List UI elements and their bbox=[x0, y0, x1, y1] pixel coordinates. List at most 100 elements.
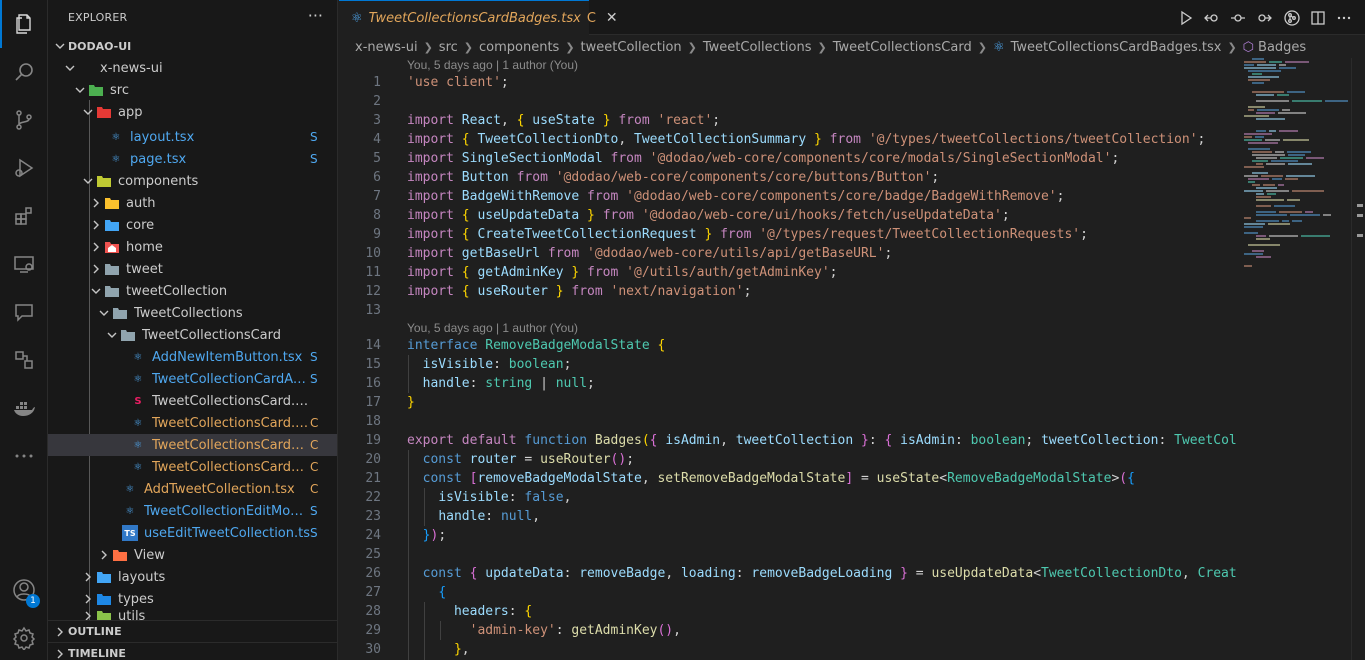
minimap-line bbox=[1244, 217, 1251, 219]
tree-folder[interactable]: View bbox=[48, 544, 337, 566]
comments-icon[interactable] bbox=[0, 288, 48, 336]
remote-explorer-icon[interactable] bbox=[0, 240, 48, 288]
tree-folder[interactable]: src bbox=[48, 79, 337, 101]
minimap-line bbox=[1282, 220, 1289, 222]
folder-open-icon bbox=[120, 327, 136, 343]
react-icon: ⚛ bbox=[133, 439, 143, 451]
tree-folder[interactable]: TweetCollectionsCard bbox=[48, 324, 337, 346]
tree-file[interactable]: S TweetCollectionsCard.module.... bbox=[48, 390, 337, 412]
tree-file[interactable]: ⚛ TweetCollectionEditModal.t... S bbox=[48, 500, 337, 522]
more-icon[interactable] bbox=[0, 432, 48, 480]
react-icon: ⚛ bbox=[111, 153, 121, 165]
tree-root[interactable]: DODAO-UI bbox=[48, 35, 337, 57]
tree-file[interactable]: TS useEditTweetCollection.ts S bbox=[48, 522, 337, 544]
breadcrumb-item[interactable]: TweetCollectionsCard bbox=[833, 40, 972, 55]
go-back-icon[interactable] bbox=[1203, 9, 1221, 27]
minimap-line bbox=[1252, 160, 1268, 162]
tree-folder[interactable]: types bbox=[48, 588, 337, 610]
minimap-line bbox=[1252, 250, 1264, 252]
extensions-icon[interactable] bbox=[0, 192, 48, 240]
settings-gear-icon[interactable] bbox=[0, 614, 48, 660]
timeline-section[interactable]: TIMELINE bbox=[48, 642, 337, 660]
minimap-line bbox=[1257, 109, 1279, 111]
tree-folder[interactable]: x-news-ui bbox=[48, 57, 337, 79]
tree-folder[interactable]: tweet bbox=[48, 258, 337, 280]
tree-file[interactable]: ⚛ page.tsx S bbox=[48, 148, 337, 170]
minimap-line bbox=[1305, 211, 1313, 213]
tree-folder[interactable]: layouts bbox=[48, 566, 337, 588]
run-debug-icon[interactable] bbox=[0, 144, 48, 192]
more-actions-icon[interactable] bbox=[1335, 9, 1353, 27]
minimap-line bbox=[1256, 199, 1284, 201]
minimap-line bbox=[1252, 151, 1272, 153]
minimap-line bbox=[1283, 139, 1309, 141]
tree-file[interactable]: ⚛ TweetCollectionsCardRefr... C bbox=[48, 456, 337, 478]
tree-file[interactable]: ⚛ AddNewItemButton.tsx S bbox=[48, 346, 337, 368]
tree-folder[interactable]: tweetCollection bbox=[48, 280, 337, 302]
chevron-right-icon bbox=[80, 569, 96, 585]
minimap-line bbox=[1244, 166, 1264, 168]
minimap-line bbox=[1301, 235, 1330, 237]
react-icon: ⚛ bbox=[133, 351, 143, 363]
search-icon[interactable] bbox=[0, 48, 48, 96]
vertical-scrollbar[interactable] bbox=[1351, 58, 1365, 660]
account-icon[interactable]: 1 bbox=[0, 566, 48, 614]
commit-icon[interactable] bbox=[1229, 9, 1247, 27]
tree-file[interactable]: ⚛ TweetCollectionsCard.tsx C bbox=[48, 412, 337, 434]
tree-folder[interactable]: TweetCollections bbox=[48, 302, 337, 324]
source-control-icon[interactable] bbox=[0, 96, 48, 144]
docker-icon[interactable] bbox=[0, 384, 48, 432]
git-blame-annotation[interactable]: You, 5 days ago | 1 author (You) bbox=[407, 321, 578, 335]
go-forward-icon[interactable] bbox=[1255, 9, 1273, 27]
tree-file-selected[interactable]: ⚛ TweetCollectionsCardBad... C bbox=[48, 434, 337, 456]
minimap-line bbox=[1244, 265, 1252, 267]
breadcrumb: x-news-ui ❯ src ❯ components ❯ tweetColl… bbox=[339, 36, 1365, 58]
sass-icon: S bbox=[134, 395, 142, 407]
tree-file[interactable]: ⚛ layout.tsx S bbox=[48, 126, 337, 148]
tree-file[interactable]: ⚛ TweetCollectionCardAdmi... S bbox=[48, 368, 337, 390]
chevron-right-icon: ❯ bbox=[1227, 40, 1237, 54]
minimap-line bbox=[1244, 175, 1258, 177]
view-folder-icon bbox=[112, 547, 128, 563]
tree-folder[interactable]: auth bbox=[48, 192, 337, 214]
tree-folder[interactable]: core bbox=[48, 214, 337, 236]
breadcrumb-item[interactable]: x-news-ui bbox=[355, 40, 418, 55]
minimap-line bbox=[1306, 157, 1324, 159]
editor-tab-active[interactable]: ⚛ TweetCollectionsCardBadges.tsx C ✕ bbox=[339, 0, 618, 35]
minimap-line bbox=[1244, 223, 1265, 225]
chevron-down-icon bbox=[62, 60, 78, 76]
breadcrumb-item[interactable]: TweetCollectionsCardBadges.tsx bbox=[1011, 40, 1222, 55]
breadcrumb-item[interactable]: components bbox=[479, 40, 559, 55]
tree-folder[interactable]: app bbox=[48, 101, 337, 123]
react-icon: ⚛ bbox=[351, 10, 363, 26]
minimap-line bbox=[1323, 214, 1331, 216]
git-blame-annotation[interactable]: You, 5 days ago | 1 author (You) bbox=[407, 58, 578, 72]
breadcrumb-item[interactable]: tweetCollection bbox=[581, 40, 682, 55]
breadcrumb-item[interactable]: Badges bbox=[1258, 40, 1306, 55]
minimap[interactable] bbox=[1240, 58, 1350, 278]
minimap-line bbox=[1269, 61, 1282, 63]
explorer-icon[interactable] bbox=[0, 0, 48, 48]
layouts-folder-icon bbox=[96, 569, 112, 585]
chevron-right-icon bbox=[88, 261, 104, 277]
minimap-line bbox=[1244, 64, 1254, 66]
graph-icon[interactable] bbox=[0, 336, 48, 384]
code-editor[interactable]: You, 5 days ago | 1 author (You) 1'use c… bbox=[339, 58, 1237, 660]
split-editor-icon[interactable] bbox=[1309, 9, 1327, 27]
minimap-line bbox=[1256, 196, 1271, 198]
chevron-right-icon bbox=[52, 646, 68, 660]
git-graph-icon[interactable] bbox=[1283, 9, 1301, 27]
tree-file[interactable]: ⚛ AddTweetCollection.tsx C bbox=[48, 478, 337, 500]
breadcrumb-item[interactable]: TweetCollections bbox=[703, 40, 812, 55]
run-icon[interactable] bbox=[1177, 9, 1195, 27]
minimap-line bbox=[1272, 178, 1282, 180]
close-tab-icon[interactable]: ✕ bbox=[606, 10, 618, 26]
chevron-right-icon bbox=[52, 624, 68, 640]
tree-folder[interactable]: home bbox=[48, 236, 337, 258]
explorer-more-icon[interactable]: ··· bbox=[308, 6, 323, 25]
minimap-line bbox=[1244, 190, 1263, 192]
minimap-line bbox=[1256, 187, 1277, 189]
breadcrumb-item[interactable]: src bbox=[439, 40, 458, 55]
tree-folder[interactable]: components bbox=[48, 170, 337, 192]
outline-section[interactable]: OUTLINE bbox=[48, 620, 337, 642]
